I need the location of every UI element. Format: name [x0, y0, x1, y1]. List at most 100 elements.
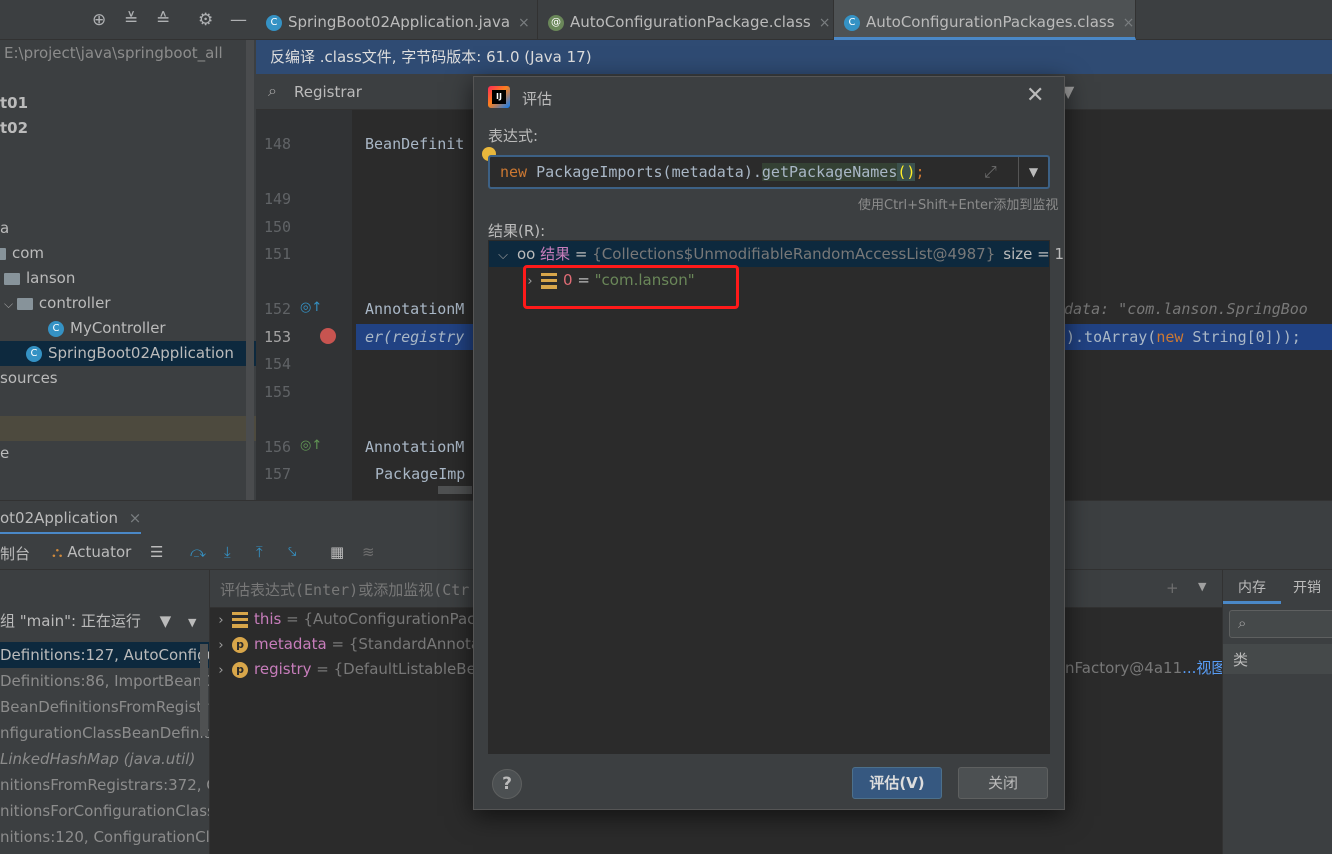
variable-value: {StandardAnnota [348, 635, 481, 653]
chevron-down-icon[interactable]: ⌵ [4, 297, 17, 311]
tree-item-springboot02application[interactable]: C SpringBoot02Application [0, 341, 256, 366]
run-to-cursor-icon[interactable]: ⤥ [288, 543, 296, 561]
expression-input[interactable]: new PackageImports(metadata).getPackageN… [488, 155, 1050, 189]
add-watch-icon[interactable]: + [1166, 579, 1179, 597]
chevron-down-icon[interactable]: ▼ [1198, 580, 1206, 593]
result-size: size = 1 [1003, 245, 1064, 263]
class-column-header[interactable]: 类 [1223, 644, 1332, 674]
frames-panel: 组 "main": 正在运行 ▼ ▼ Definitions:127, Auto… [0, 570, 210, 854]
editor-tab-bar: C SpringBoot02Application.java × @ AutoConf… [256, 0, 1332, 40]
line-number: 152 [264, 300, 292, 318]
project-scrollbar[interactable] [246, 40, 254, 500]
stack-frame[interactable]: Definitions:127, AutoConfigu [0, 642, 209, 668]
chevron-right-icon[interactable]: › [210, 658, 232, 683]
expr-semicolon: ; [915, 163, 925, 181]
line-number: 155 [264, 383, 292, 401]
frames-menu-icon[interactable]: ☰ [150, 543, 163, 561]
gear-icon[interactable]: ⚙ [198, 10, 213, 30]
tab-memory[interactable]: 内存 [1223, 570, 1281, 604]
variable-row[interactable]: › p registry = {DefaultListableBea [210, 657, 485, 682]
gutter: 148 149 150 151 152 153 154 155 156 157 … [256, 110, 352, 500]
history-dropdown[interactable]: ▼ [1018, 157, 1048, 187]
chevron-right-icon[interactable]: › [210, 608, 232, 633]
close-icon[interactable]: × [819, 15, 831, 31]
frames-scrollbar[interactable] [200, 644, 208, 736]
project-toolbar: ⊕ ≚ ≙ ⚙ — [0, 0, 256, 40]
step-over-icon[interactable]: ⤼ [190, 543, 206, 561]
close-button[interactable]: 关闭 [958, 767, 1048, 799]
line-number: 156 [264, 438, 292, 456]
close-icon[interactable]: ✕ [1026, 83, 1044, 108]
stack-frame[interactable]: LinkedHashMap (java.util) [0, 746, 209, 772]
tree-item-controller[interactable]: ⌵ controller [4, 291, 110, 316]
tree-item-mycontroller[interactable]: C MyController [48, 316, 166, 341]
chevron-right-icon[interactable]: › [210, 633, 232, 658]
tab-label: AutoConfigurationPackages.class [866, 13, 1115, 31]
inline-debug-hint: data: "com.lanson.SpringBoo [1064, 300, 1308, 318]
debug-session-tab[interactable]: ot02Application × [0, 501, 142, 535]
stack-frame[interactable]: Definitions:86, ImportBeanDe [0, 668, 209, 694]
breakpoint-icon[interactable] [320, 328, 336, 344]
override-icon[interactable]: ◎↑ [300, 438, 322, 453]
expand-all-icon[interactable]: ≚ [124, 10, 138, 30]
code-line-153-start: er(registry [365, 328, 465, 346]
horizontal-scrollbar[interactable] [438, 486, 472, 494]
close-icon[interactable]: × [1123, 15, 1135, 31]
close-icon[interactable]: × [129, 509, 142, 527]
tree-item-java[interactable]: a [0, 216, 9, 241]
stack-frame[interactable]: BeanDefinitionsFromRegistra [0, 694, 209, 720]
tab-overhead[interactable]: 开销 [1293, 570, 1321, 604]
tree-item-module-1[interactable]: t01 [0, 91, 28, 116]
search-icon: ⌕ [1238, 614, 1247, 632]
tab-autoconfigurationpackages-class[interactable]: C AutoConfigurationPackages.class × [834, 0, 1136, 40]
implements-icon[interactable]: ◎↑ [300, 300, 322, 315]
actuator-tab[interactable]: ⛬ Actuator [52, 543, 131, 561]
search-input[interactable]: Registrar [294, 83, 362, 101]
class-icon: C [844, 14, 860, 31]
tab-springboot02application-java[interactable]: C SpringBoot02Application.java × [256, 0, 538, 40]
decompile-banner: 反编译 .class文件, 字节码版本: 61.0 (Java 17) [256, 40, 1332, 74]
view-link[interactable]: ...视图 [1182, 659, 1222, 677]
expression-label: 表达式: [488, 127, 539, 145]
variable-value: {AutoConfigurationPac [303, 610, 476, 628]
tab-autoconfigurationpackage-class[interactable]: @ AutoConfigurationPackage.class × [538, 0, 834, 40]
evaluate-button[interactable]: 评估(V) [852, 767, 942, 799]
code-line-153-end: ).toArray(new String[0])); [1066, 328, 1301, 346]
search-icon[interactable]: ⌕ [268, 81, 277, 101]
collapse-all-icon[interactable]: ≙ [156, 10, 170, 30]
chevron-down-icon[interactable]: ▼ [188, 616, 196, 629]
result-root-row[interactable]: ⌵ oo 结果 = {Collections$UnmodifiableRandom… [489, 241, 1064, 269]
filter-icon[interactable]: ▼ [160, 612, 172, 630]
tree-item-resources[interactable]: sources [0, 366, 58, 391]
code-line-157: PackageImp [375, 465, 466, 483]
stack-frame[interactable]: nitionsForConfigurationClass [0, 798, 209, 824]
console-tab[interactable]: 制台 [0, 543, 30, 564]
project-panel: ⊕ ≚ ≙ ⚙ — E:\project\java\springboot_all… [0, 0, 256, 500]
stack-frame[interactable]: nfigurationClassBeanDefinitio [0, 720, 209, 746]
step-into-icon[interactable]: ⤓ [224, 543, 231, 561]
tree-item-lanson[interactable]: lanson [4, 266, 75, 291]
memory-search-input[interactable]: ⌕ [1229, 610, 1332, 638]
add-to-watch-hint: 使用Ctrl+Shift+Enter添加到监视 [858, 198, 1059, 213]
evaluate-dialog: IJ 评估 ✕ 表达式: new PackageImports(metadata… [473, 76, 1065, 810]
variable-row[interactable]: › p metadata = {StandardAnnota [210, 632, 480, 657]
minimize-icon[interactable]: — [230, 10, 247, 30]
locate-icon[interactable]: ⊕ [92, 10, 106, 30]
trace-icon[interactable]: ≋ [362, 543, 375, 561]
code-line-152: AnnotationM [365, 300, 465, 318]
stack-frame[interactable]: nitions:120, ConfigurationCla [0, 824, 209, 850]
chevron-down-icon[interactable]: ⌵ [489, 243, 517, 269]
help-button[interactable]: ? [492, 769, 522, 799]
stack-frame[interactable]: nitionsFromRegistrars:372, C [0, 772, 209, 798]
expand-icon[interactable]: ⤢ [984, 162, 997, 182]
variable-name: this [254, 610, 282, 628]
close-icon[interactable]: × [518, 15, 530, 31]
tree-item-module-2[interactable]: t02 [0, 116, 28, 141]
evaluate-expression-icon[interactable]: ▦ [330, 543, 344, 561]
tree-item-com[interactable]: com [0, 241, 44, 266]
variable-row[interactable]: › this = {AutoConfigurationPac [210, 607, 475, 632]
thread-selector[interactable]: 组 "main": 正在运行 ▼ ▼ [0, 610, 196, 631]
project-path: E:\project\java\springboot_all [4, 44, 223, 62]
step-out-icon[interactable]: ⤒ [256, 543, 263, 561]
tree-item-e[interactable]: e [0, 441, 9, 466]
